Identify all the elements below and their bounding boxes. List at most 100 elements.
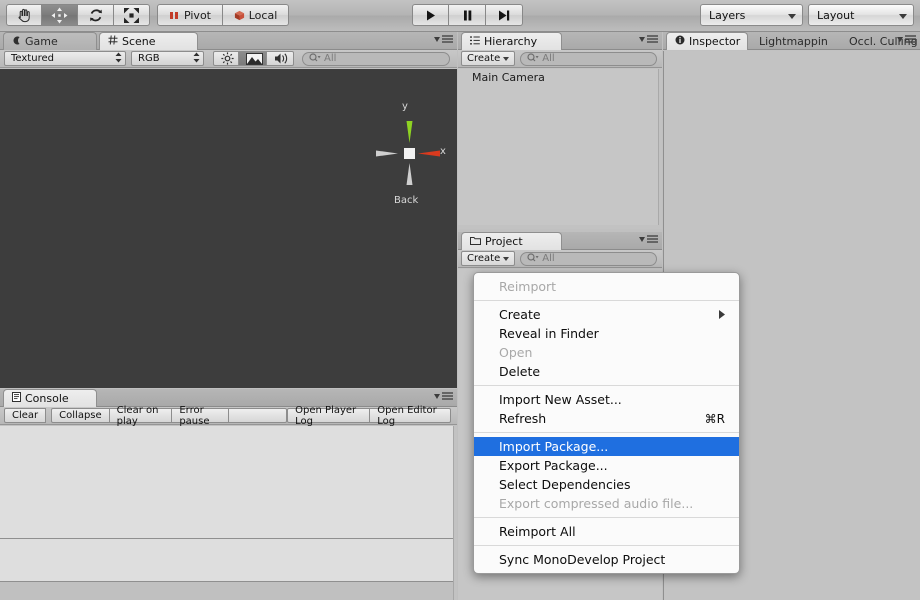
console-buttons-left: Clear Collapse Clear on play Error pause bbox=[4, 408, 287, 423]
scale-icon bbox=[123, 7, 140, 24]
tab-game[interactable]: Game bbox=[3, 32, 97, 50]
menu-item-label: Open bbox=[499, 345, 532, 360]
tab-hierarchy[interactable]: Hierarchy bbox=[461, 32, 562, 50]
open-player-log-button[interactable]: Open Player Log bbox=[287, 408, 370, 423]
scene-viewport[interactable]: y x Back bbox=[0, 69, 457, 388]
pivot-icon bbox=[169, 10, 180, 21]
project-panel-menu-button[interactable] bbox=[639, 235, 658, 243]
menu-item-open: Open bbox=[474, 343, 739, 362]
unity-editor-window: Pivot Local bbox=[0, 0, 920, 600]
hierarchy-create-label: Create bbox=[467, 53, 500, 64]
tab-lightmapping[interactable]: Lightmappin bbox=[751, 32, 838, 50]
project-toolbar: Create All bbox=[458, 250, 662, 268]
project-search-input[interactable]: All bbox=[520, 252, 657, 266]
tab-project[interactable]: Project bbox=[461, 232, 562, 250]
hierarchy-item-label: Main Camera bbox=[472, 71, 545, 84]
layout-label: Layout bbox=[817, 9, 854, 22]
open-editor-log-button[interactable]: Open Editor Log bbox=[370, 408, 451, 423]
console-collapse-button[interactable]: Collapse bbox=[51, 408, 110, 423]
layers-dropdown[interactable]: Layers bbox=[700, 4, 803, 26]
pivot-toggle-button[interactable]: Pivot bbox=[157, 4, 223, 26]
layout-dropdown[interactable]: Layout bbox=[808, 4, 914, 26]
scene-panel-menu-button[interactable] bbox=[434, 35, 453, 43]
project-context-menu[interactable]: ReimportCreateReveal in FinderOpenDelete… bbox=[473, 272, 740, 574]
menu-item-import-package[interactable]: Import Package... bbox=[474, 437, 739, 456]
draw-mode-dropdown[interactable]: Textured bbox=[4, 51, 126, 66]
console-filler-button[interactable] bbox=[229, 408, 287, 423]
menu-item-delete[interactable]: Delete bbox=[474, 362, 739, 381]
rotate-tool-button[interactable] bbox=[78, 4, 114, 26]
menu-item-label: Refresh bbox=[499, 411, 546, 426]
tab-scene[interactable]: Scene bbox=[99, 32, 198, 50]
hierarchy-panel-tabbar: Hierarchy bbox=[458, 32, 662, 50]
hierarchy-panel: Hierarchy Create bbox=[458, 32, 662, 229]
main-toolbar: Pivot Local bbox=[0, 0, 920, 32]
menu-item-label: Create bbox=[499, 307, 541, 322]
menu-separator bbox=[474, 300, 739, 301]
play-button[interactable] bbox=[412, 4, 449, 26]
console-panel-menu-button[interactable] bbox=[434, 392, 453, 400]
console-icon bbox=[12, 392, 21, 405]
space-toggle-button[interactable]: Local bbox=[223, 4, 289, 26]
step-button[interactable] bbox=[486, 4, 523, 26]
console-clear-button[interactable]: Clear bbox=[4, 408, 46, 423]
menu-item-label: Sync MonoDevelop Project bbox=[499, 552, 665, 567]
console-buttons-right: Open Player Log Open Editor Log bbox=[287, 408, 451, 423]
hierarchy-scrollbar[interactable] bbox=[658, 69, 659, 225]
menu-item-reveal-in-finder[interactable]: Reveal in Finder bbox=[474, 324, 739, 343]
menu-item-shortcut: ⌘R bbox=[675, 412, 725, 426]
scene-icon bbox=[108, 35, 118, 48]
menu-item-label: Reveal in Finder bbox=[499, 326, 599, 341]
hierarchy-create-button[interactable]: Create bbox=[461, 51, 515, 66]
console-error-pause-button[interactable]: Error pause bbox=[172, 408, 229, 423]
console-status-bar bbox=[0, 582, 453, 600]
layers-label: Layers bbox=[709, 9, 745, 22]
menu-separator bbox=[474, 517, 739, 518]
space-label: Local bbox=[249, 9, 278, 22]
menu-item-label: Export compressed audio file... bbox=[499, 496, 693, 511]
hierarchy-tree[interactable]: Main Camera bbox=[458, 69, 658, 225]
tab-console[interactable]: Console bbox=[3, 389, 97, 407]
render-mode-dropdown[interactable]: RGB bbox=[131, 51, 204, 66]
console-log-list[interactable] bbox=[0, 426, 453, 538]
move-tool-button[interactable] bbox=[42, 4, 78, 26]
audio-toggle-button[interactable] bbox=[267, 51, 294, 66]
menu-item-label: Import Package... bbox=[499, 439, 608, 454]
updown-arrows-icon bbox=[115, 52, 122, 66]
inspector-panel-menu-button[interactable] bbox=[897, 35, 916, 43]
hand-tool-button[interactable] bbox=[6, 4, 42, 26]
project-panel-tabbar: Project bbox=[458, 232, 662, 250]
menu-item-reimport-all[interactable]: Reimport All bbox=[474, 522, 739, 541]
chevron-down-icon bbox=[788, 9, 796, 22]
menu-item-sync-monodevelop-project[interactable]: Sync MonoDevelop Project bbox=[474, 550, 739, 569]
menu-separator bbox=[474, 545, 739, 546]
menu-item-select-dependencies[interactable]: Select Dependencies bbox=[474, 475, 739, 494]
console-detail-area[interactable] bbox=[0, 539, 453, 581]
search-icon bbox=[309, 53, 321, 65]
scene-toggles-group bbox=[213, 51, 294, 66]
hierarchy-search-input[interactable]: All bbox=[520, 52, 657, 66]
gizmo-y-label: y bbox=[402, 101, 408, 112]
tab-inspector[interactable]: Inspector bbox=[666, 32, 748, 50]
menu-item-import-new-asset[interactable]: Import New Asset... bbox=[474, 390, 739, 409]
pause-button[interactable] bbox=[449, 4, 486, 26]
console-panel: Console Clear Collapse Clear on play Err… bbox=[0, 389, 457, 600]
hierarchy-panel-menu-button[interactable] bbox=[639, 35, 658, 43]
menu-item-export-package[interactable]: Export Package... bbox=[474, 456, 739, 475]
project-create-button[interactable]: Create bbox=[461, 251, 515, 266]
hierarchy-item-main-camera[interactable]: Main Camera bbox=[458, 69, 658, 85]
lighting-toggle-button[interactable] bbox=[213, 51, 239, 66]
console-clear-on-play-button[interactable]: Clear on play bbox=[110, 408, 173, 423]
menu-item-create[interactable]: Create bbox=[474, 305, 739, 324]
scene-orientation-gizmo[interactable]: y x Back bbox=[368, 101, 448, 211]
scale-tool-button[interactable] bbox=[114, 4, 150, 26]
tab-hierarchy-label: Hierarchy bbox=[484, 35, 537, 48]
menu-item-refresh[interactable]: Refresh ⌘R bbox=[474, 409, 739, 428]
skybox-toggle-button[interactable] bbox=[239, 51, 267, 66]
scene-search-input[interactable]: All bbox=[302, 52, 450, 66]
updown-arrows-icon bbox=[193, 52, 200, 66]
project-create-label: Create bbox=[467, 253, 500, 264]
menu-item-label: Delete bbox=[499, 364, 540, 379]
draw-mode-label: Textured bbox=[11, 53, 54, 64]
image-icon bbox=[246, 53, 263, 65]
